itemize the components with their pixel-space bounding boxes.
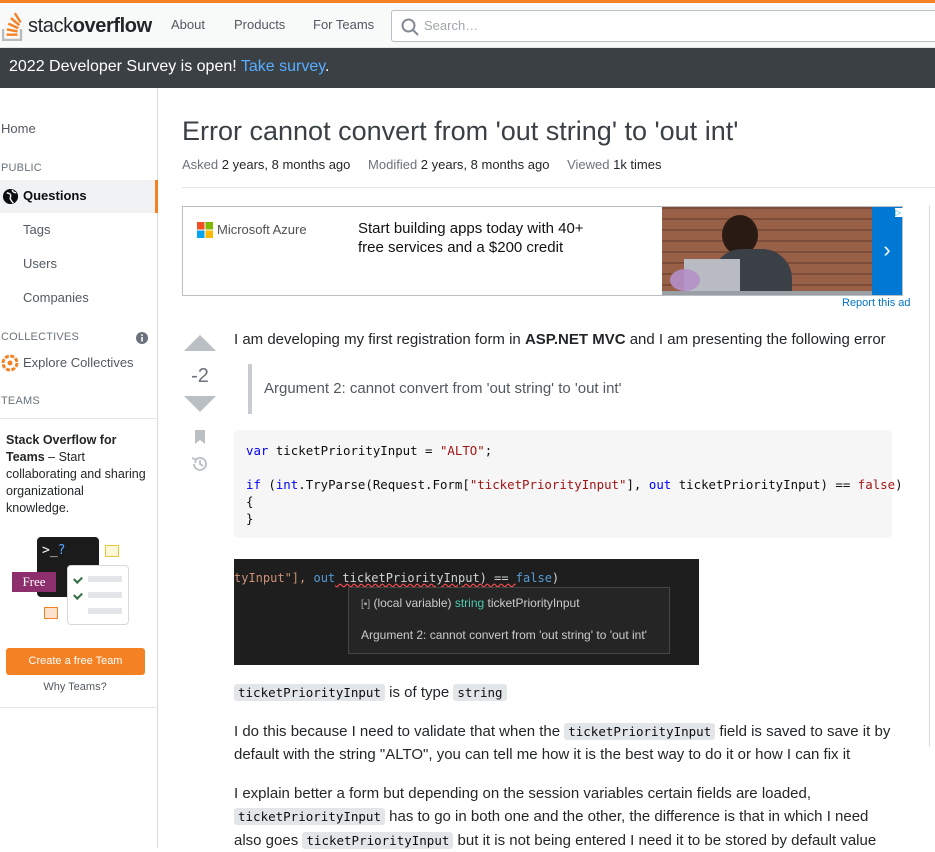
modified-value: 2 years, 8 months ago xyxy=(420,157,550,172)
vote-count: -2 xyxy=(191,365,209,387)
ad-next-arrow-icon[interactable]: › xyxy=(872,207,902,295)
downvote-arrow-icon[interactable] xyxy=(182,394,218,414)
post-paragraph-3: I do this because I need to validate tha… xyxy=(234,723,891,764)
error-screenshot: tyInput"], out ticketPriorityInput) == f… xyxy=(234,559,699,665)
survey-banner: 2022 Developer Survey is open! Take surv… xyxy=(0,48,935,88)
why-teams-link[interactable]: Why Teams? xyxy=(0,681,150,693)
main-content: Error cannot convert from 'out string' t… xyxy=(158,88,935,849)
take-survey-link[interactable]: Take survey xyxy=(241,58,325,75)
chat-bubble-icon xyxy=(44,607,58,619)
post-paragraph-4: I explain better a form but depending on… xyxy=(234,785,877,849)
post-paragraph-1: I am developing my first registration fo… xyxy=(234,331,886,348)
search-box xyxy=(391,10,935,42)
top-bar: stackoverflow About Products For Teams xyxy=(0,0,935,48)
screenshot-code-line: tyInput"], out ticketPriorityInput) == f… xyxy=(234,571,560,585)
ad-line-1: Start building apps today with 40+ xyxy=(358,220,584,237)
checklist-icon xyxy=(67,565,129,625)
asked-label: Asked xyxy=(182,157,219,172)
sidebar-heading-teams: TEAMS xyxy=(1,395,40,407)
error-blockquote: Argument 2: cannot convert from 'out str… xyxy=(248,364,621,414)
free-badge: Free xyxy=(12,572,56,592)
history-icon[interactable] xyxy=(191,455,209,473)
search-input[interactable] xyxy=(424,18,824,33)
info-icon[interactable] xyxy=(136,332,148,344)
vote-cell: -2 xyxy=(182,333,218,473)
question-meta: Asked 2 years, 8 months ago Modified 2 y… xyxy=(182,157,676,172)
sidebar-item-home[interactable]: Home xyxy=(1,121,36,136)
sidebar-item-users[interactable]: Users xyxy=(23,256,57,271)
modified-label: Modified xyxy=(368,157,418,172)
bookmark-icon[interactable] xyxy=(194,429,206,445)
create-free-team-button[interactable]: Create a free Team xyxy=(6,648,145,675)
logo-wordmark: stackoverflow xyxy=(28,14,152,37)
report-ad-link[interactable]: Report this ad xyxy=(842,297,910,309)
chat-bubble-icon xyxy=(105,545,119,557)
tooltip-line-1: [▪] (local variable) string ticketPriori… xyxy=(361,596,580,610)
question-title[interactable]: Error cannot convert from 'out string' t… xyxy=(182,116,738,147)
variable-icon: [▪] xyxy=(361,599,371,610)
adchoices-icon[interactable]: ▷ xyxy=(895,208,904,217)
ad-brand: Microsoft Azure xyxy=(217,222,307,237)
divider xyxy=(182,187,935,188)
sidebar-item-questions[interactable]: Questions xyxy=(0,180,158,213)
banner-suffix: . xyxy=(325,58,330,75)
advertisement[interactable]: Microsoft Azure Start building apps toda… xyxy=(182,206,904,296)
banner-text: 2022 Developer Survey is open! xyxy=(9,58,241,75)
code-block[interactable]: var ticketPriorityInput = "ALTO"; if (in… xyxy=(234,430,903,538)
viewed-value: 1k times xyxy=(613,157,662,172)
post-paragraph-2: ticketPriorityInput is of type string xyxy=(234,681,507,704)
nav-about[interactable]: About xyxy=(171,17,205,32)
intellisense-tooltip: [▪] (local variable) string ticketPriori… xyxy=(348,587,670,654)
upvote-arrow-icon[interactable] xyxy=(182,333,218,353)
collectives-icon xyxy=(1,354,19,372)
globe-icon xyxy=(2,188,19,205)
ad-line-2: free services and a $200 credit xyxy=(358,239,564,256)
left-sidebar: Home PUBLIC Questions Tags Users Compani… xyxy=(0,88,158,848)
sidebar-heading-public: PUBLIC xyxy=(1,162,42,174)
microsoft-logo-icon xyxy=(197,222,213,238)
teams-promo: Stack Overflow for Teams – Start collabo… xyxy=(0,418,158,708)
stackoverflow-logo[interactable]: stackoverflow xyxy=(2,7,152,45)
sidebar-item-companies[interactable]: Companies xyxy=(23,290,89,305)
teams-illustration: >_? Free xyxy=(12,537,132,632)
tooltip-line-2: Argument 2: cannot convert from 'out str… xyxy=(361,628,647,642)
nav-products[interactable]: Products xyxy=(234,17,285,32)
asked-value: 2 years, 8 months ago xyxy=(221,157,351,172)
sidebar-item-tags[interactable]: Tags xyxy=(23,222,50,237)
right-sidebar-edge xyxy=(929,206,935,746)
viewed-label: Viewed xyxy=(567,157,610,172)
sidebar-heading-collectives: COLLECTIVES xyxy=(1,331,80,343)
teams-promo-text: Stack Overflow for Teams – Start collabo… xyxy=(6,432,146,517)
sidebar-item-label: Questions xyxy=(23,188,87,203)
stackoverflow-logo-icon xyxy=(2,12,23,41)
ad-photo xyxy=(662,207,872,295)
sidebar-item-label: Explore Collectives xyxy=(23,355,134,370)
search-icon xyxy=(401,18,419,36)
nav-for-teams[interactable]: For Teams xyxy=(313,17,374,32)
